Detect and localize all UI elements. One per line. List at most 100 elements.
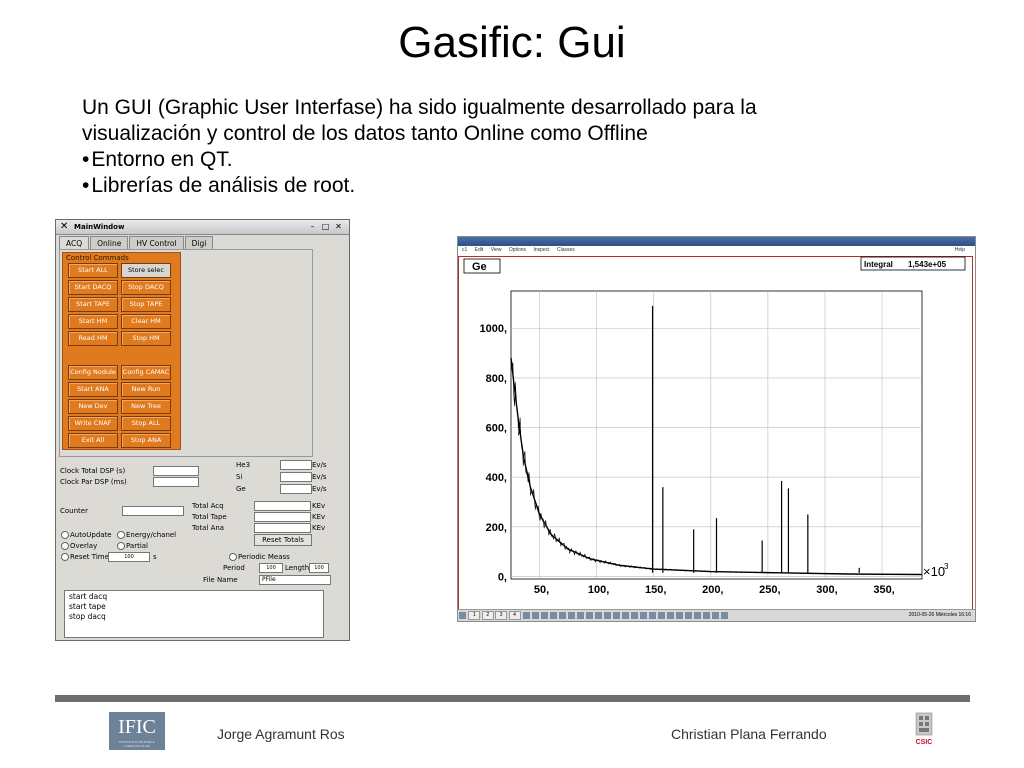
energy-chanel-label: Energy/chanel bbox=[126, 531, 177, 539]
x-multiplier: ×10 bbox=[923, 564, 945, 579]
taskbar-app-icon[interactable] bbox=[531, 612, 539, 619]
command-button[interactable]: Start ALL bbox=[68, 263, 118, 278]
bullet-root: Librerías de análisis de root. bbox=[82, 173, 882, 199]
taskbar-app-icon[interactable] bbox=[522, 612, 530, 619]
clock-total-label: Clock Total DSP (s) bbox=[60, 467, 126, 475]
taskbar-app-icon[interactable] bbox=[630, 612, 638, 619]
taskbar-app-icon[interactable] bbox=[567, 612, 575, 619]
taskbar-app-icon[interactable] bbox=[540, 612, 548, 619]
total-ana-unit: KEv bbox=[312, 524, 326, 532]
app-icon[interactable] bbox=[459, 612, 466, 619]
tab-acq[interactable]: ACQ bbox=[59, 236, 90, 250]
total-tape-unit: KEv bbox=[312, 513, 326, 521]
histogram-plot[interactable]: 50, 100, 150, 200, 250, 300, 350, 0, 200, 400, 600… bbox=[458, 237, 975, 621]
si-rate-field[interactable] bbox=[280, 472, 312, 482]
footer-rule bbox=[55, 695, 970, 702]
file-name-field[interactable]: PFile bbox=[259, 575, 331, 585]
counter-combo[interactable] bbox=[122, 506, 184, 516]
command-button[interactable]: Stop ALL bbox=[121, 416, 171, 431]
x-tick-label: 150, bbox=[645, 584, 666, 596]
command-button[interactable]: Stop TAPE bbox=[121, 297, 171, 312]
command-button[interactable]: Stop DACQ bbox=[121, 280, 171, 295]
command-button[interactable]: Clear HM bbox=[121, 314, 171, 329]
command-button[interactable]: Read HM bbox=[68, 331, 118, 346]
total-acq-field[interactable] bbox=[254, 501, 311, 511]
period-field[interactable]: 100 bbox=[259, 563, 283, 573]
taskbar-app-icon[interactable] bbox=[621, 612, 629, 619]
console-line: start tape bbox=[69, 602, 106, 611]
command-button[interactable]: Start DACQ bbox=[68, 280, 118, 295]
command-button[interactable]: Store selec bbox=[121, 263, 171, 278]
tab-hv-control[interactable]: HV Control bbox=[129, 236, 184, 250]
taskbar-page-3[interactable]: 3 bbox=[495, 611, 508, 620]
histogram-name: Ge bbox=[472, 261, 487, 273]
window-close-icon[interactable]: ✕ bbox=[334, 222, 343, 231]
close-icon[interactable]: ✕ bbox=[60, 221, 68, 232]
command-button[interactable]: Config Nodule bbox=[68, 365, 118, 380]
csic-logo: CSIC bbox=[916, 712, 932, 746]
si-label: Si bbox=[236, 473, 243, 481]
command-button[interactable]: New Dev bbox=[68, 399, 118, 414]
taskbar-app-icon[interactable] bbox=[693, 612, 701, 619]
taskbar-app-icon[interactable] bbox=[549, 612, 557, 619]
taskbar-app-icon[interactable] bbox=[711, 612, 719, 619]
taskbar-app-icon[interactable] bbox=[720, 612, 728, 619]
taskbar-page-2[interactable]: 2 bbox=[481, 611, 494, 620]
periodic-radio[interactable] bbox=[229, 553, 237, 561]
taskbar-app-icon[interactable] bbox=[576, 612, 584, 619]
taskbar-app-icon[interactable] bbox=[585, 612, 593, 619]
taskbar-page-1[interactable]: 1 bbox=[468, 611, 481, 620]
y-tick-label: 600, bbox=[486, 423, 507, 435]
command-button[interactable]: Stop ANA bbox=[121, 433, 171, 448]
control-commands-group: Control Commads Start ALL Store selec Star… bbox=[62, 252, 181, 450]
taskbar-app-icon[interactable] bbox=[594, 612, 602, 619]
clock-par-spinbox[interactable] bbox=[153, 477, 199, 487]
ge-rate-field[interactable] bbox=[280, 484, 312, 494]
overlay-radio[interactable] bbox=[61, 542, 69, 550]
total-tape-field[interactable] bbox=[254, 512, 311, 522]
intro-line-1: Un GUI (Graphic User Interfase) ha sido … bbox=[82, 96, 757, 119]
taskbar-app-icon[interactable] bbox=[702, 612, 710, 619]
x-tick-label: 200, bbox=[702, 584, 723, 596]
energy-chanel-radio[interactable] bbox=[117, 531, 125, 539]
taskbar-app-icon[interactable] bbox=[603, 612, 611, 619]
command-button[interactable]: New Tree bbox=[121, 399, 171, 414]
reset-totals-button[interactable]: Reset Totals bbox=[254, 534, 312, 546]
taskbar-page-4[interactable]: 4 bbox=[508, 611, 521, 620]
maximize-icon[interactable]: □ bbox=[321, 222, 330, 231]
taskbar-app-icon[interactable] bbox=[648, 612, 656, 619]
period-label: Period bbox=[223, 564, 245, 572]
command-button[interactable]: New Run bbox=[121, 382, 171, 397]
total-ana-field[interactable] bbox=[254, 523, 311, 533]
x-multiplier-exponent: 3 bbox=[944, 562, 949, 571]
counter-label: Counter bbox=[60, 507, 88, 515]
command-button[interactable]: Config CAMAC bbox=[121, 365, 171, 380]
taskbar-app-icon[interactable] bbox=[558, 612, 566, 619]
length-field[interactable]: 100 bbox=[309, 563, 329, 573]
auto-update-radio[interactable] bbox=[61, 531, 69, 539]
partial-radio[interactable] bbox=[117, 542, 125, 550]
taskbar-app-icon[interactable] bbox=[639, 612, 647, 619]
reset-time-radio[interactable] bbox=[61, 553, 69, 561]
tab-digi[interactable]: Digi bbox=[184, 236, 214, 250]
command-button[interactable]: Start HM bbox=[68, 314, 118, 329]
clock-total-spinbox[interactable] bbox=[153, 466, 199, 476]
ific-logo: IFIC INSTITUTO DE FISICA CORPUSCULAR bbox=[109, 712, 165, 750]
taskbar-app-icon[interactable] bbox=[675, 612, 683, 619]
he3-rate-field[interactable] bbox=[280, 460, 312, 470]
minimize-icon[interactable]: – bbox=[308, 222, 317, 231]
taskbar-app-icon[interactable] bbox=[612, 612, 620, 619]
command-button[interactable]: Start TAPE bbox=[68, 297, 118, 312]
reset-time-spinbox[interactable]: 100 bbox=[108, 552, 150, 562]
tab-online[interactable]: Online bbox=[90, 236, 129, 250]
taskbar-app-icon[interactable] bbox=[657, 612, 665, 619]
intro-line-2: visualización y control de los datos tan… bbox=[82, 122, 648, 145]
command-button[interactable]: Exit All bbox=[68, 433, 118, 448]
command-button[interactable]: Stop HM bbox=[121, 331, 171, 346]
command-button[interactable]: Write CNAF bbox=[68, 416, 118, 431]
taskbar-app-icon[interactable] bbox=[684, 612, 692, 619]
qt-window-title: MainWindow bbox=[74, 223, 125, 231]
command-button[interactable]: Start ANA bbox=[68, 382, 118, 397]
log-console[interactable]: start dacq start tape stop dacq bbox=[64, 590, 324, 638]
taskbar-app-icon[interactable] bbox=[666, 612, 674, 619]
